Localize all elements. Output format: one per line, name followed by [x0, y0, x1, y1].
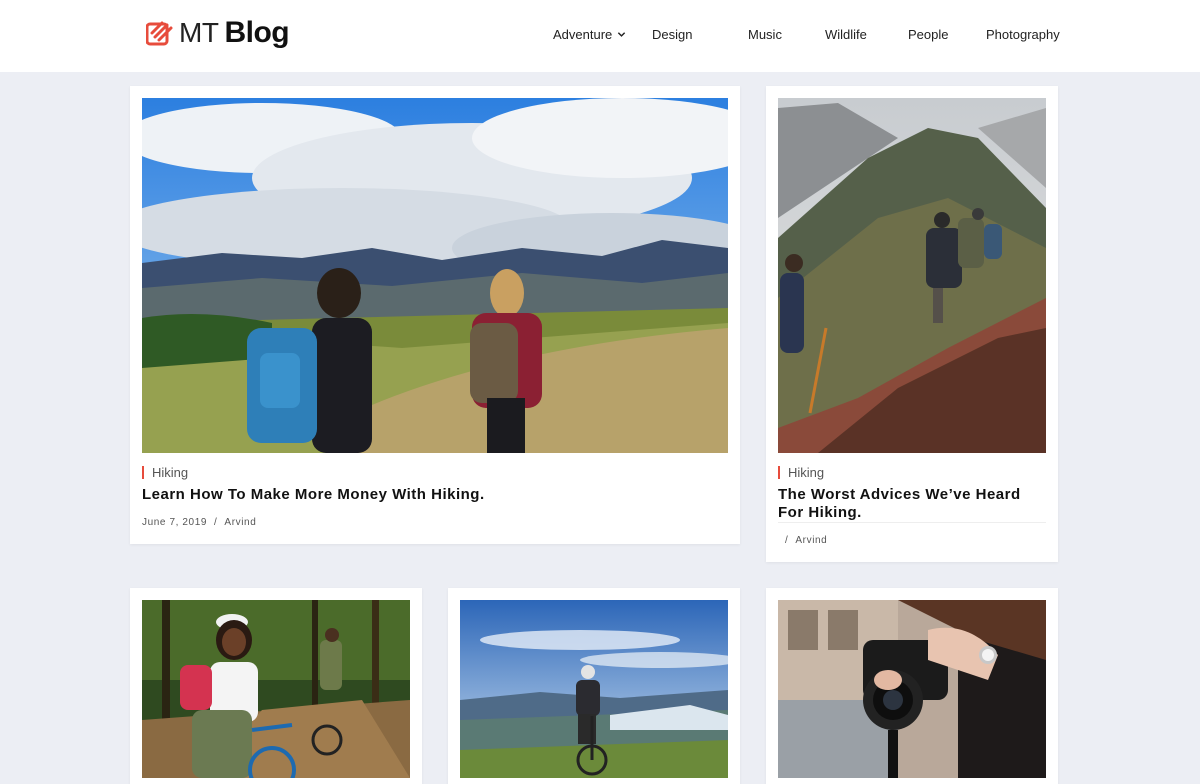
logo-prefix: MT: [179, 17, 219, 48]
post-author[interactable]: Arvind: [224, 517, 256, 528]
nav-item-label: Design: [652, 27, 693, 42]
post-title[interactable]: The Worst Advices We’ve Heard For Hiking…: [778, 486, 1046, 522]
meta-divider: [778, 522, 1046, 523]
meta-separator: /: [214, 517, 218, 528]
post-image-hikers-ridge[interactable]: [778, 98, 1046, 453]
logo-mark-icon: [146, 21, 173, 46]
post-title[interactable]: Learn How To Make More Money With Hiking…: [142, 486, 728, 504]
post-author[interactable]: Arvind: [795, 535, 827, 546]
post-meta: June 7, 2019 / Arvind: [142, 517, 256, 528]
nav-item-label: Music: [748, 27, 782, 42]
nav-item-label: Photography: [986, 27, 1060, 42]
post-card: Hiking The Worst Advices We’ve Heard For…: [766, 86, 1058, 562]
nav-item-design[interactable]: Design: [652, 27, 748, 42]
nav-item-label: People: [908, 27, 949, 42]
logo-name: Blog: [224, 16, 290, 49]
main-nav: Adventure Design Music Wildlife People P…: [553, 27, 1060, 42]
nav-item-people[interactable]: People: [908, 27, 986, 42]
post-meta: / Arvind: [778, 535, 827, 546]
post-date[interactable]: June 7, 2019: [142, 517, 207, 528]
meta-separator: /: [785, 535, 789, 546]
nav-item-wildlife[interactable]: Wildlife: [825, 27, 908, 42]
nav-item-photography[interactable]: Photography: [986, 27, 1060, 42]
post-card: [448, 588, 740, 784]
nav-item-adventure[interactable]: Adventure: [553, 27, 652, 42]
post-image-camera-hands[interactable]: [778, 600, 1046, 778]
site-header: MT Blog Adventure Design Music Wildlife …: [0, 0, 1200, 72]
post-card: [130, 588, 422, 784]
post-image-woman-bicycle[interactable]: [142, 600, 410, 778]
post-category[interactable]: Hiking: [778, 466, 824, 479]
post-card: [766, 588, 1058, 784]
site-logo[interactable]: MT Blog: [146, 16, 290, 50]
post-image-cyclist-hilltop[interactable]: [460, 600, 728, 778]
chevron-down-icon: [618, 32, 626, 37]
post-card: Hiking Learn How To Make More Money With…: [130, 86, 740, 544]
post-image-hikers-meadow[interactable]: [142, 98, 728, 453]
nav-item-label: Adventure: [553, 27, 613, 42]
post-category[interactable]: Hiking: [142, 466, 188, 479]
nav-item-music[interactable]: Music: [748, 27, 825, 42]
nav-item-label: Wildlife: [825, 27, 867, 42]
